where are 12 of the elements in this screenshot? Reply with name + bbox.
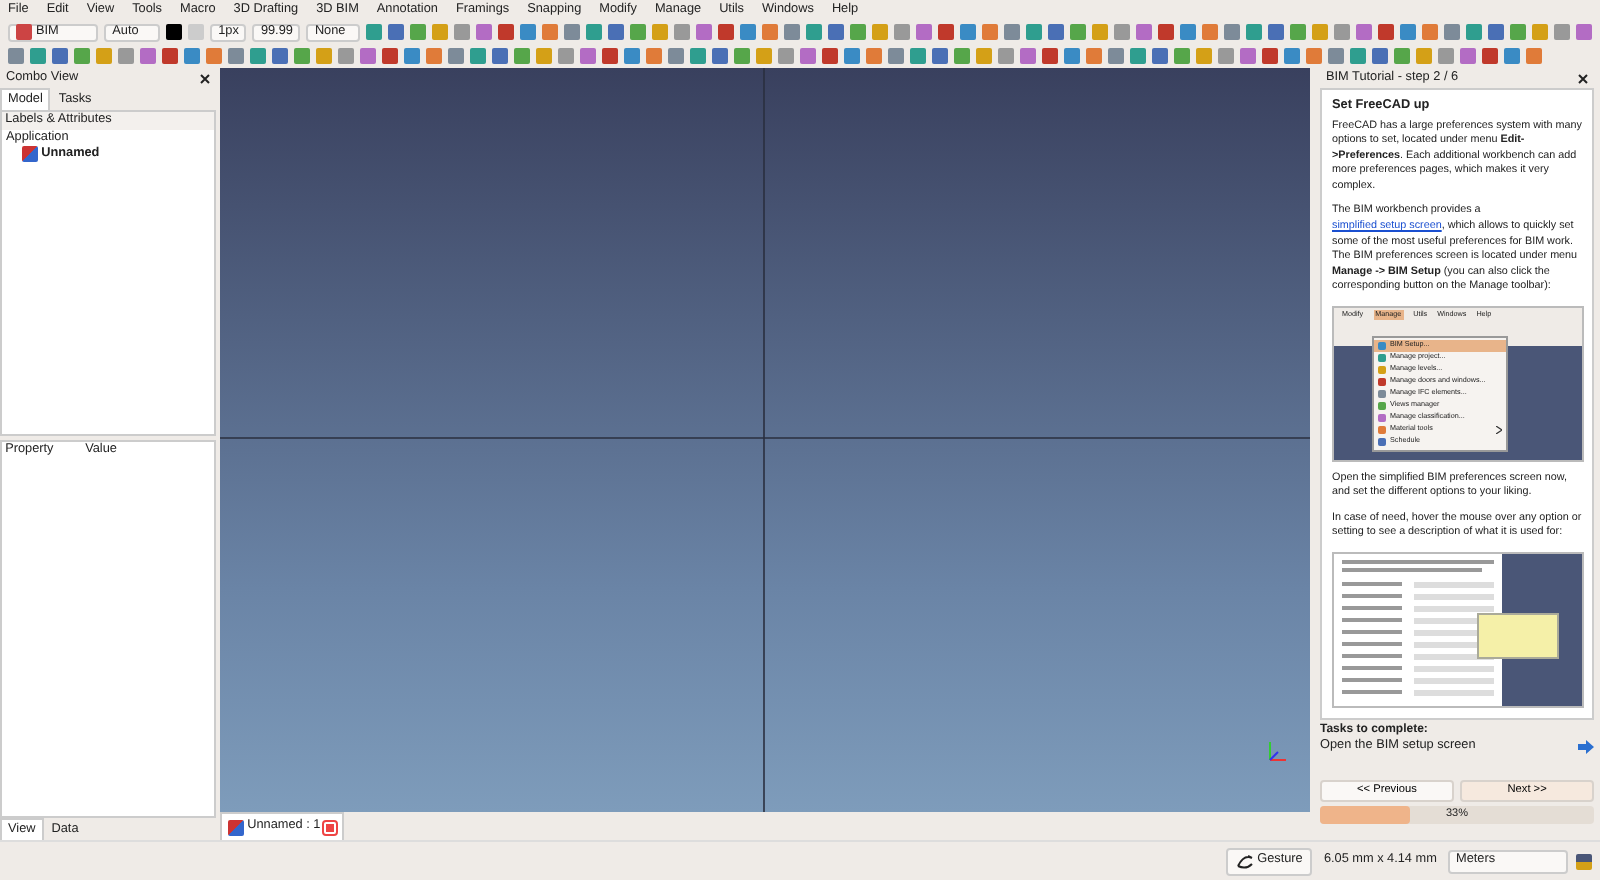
workbench-icon <box>16 24 32 40</box>
document-icon <box>228 819 244 835</box>
color-swatch[interactable] <box>188 24 205 40</box>
settings-icon[interactable] <box>1576 853 1592 869</box>
chevron-icon <box>1496 425 1502 434</box>
axis-icon <box>1264 740 1288 764</box>
color-swatch[interactable] <box>166 24 183 40</box>
document-icon <box>22 146 38 163</box>
close-icon[interactable] <box>1578 73 1588 83</box>
close-icon[interactable] <box>200 73 210 83</box>
3d-viewport[interactable] <box>220 68 1310 812</box>
arrow-icon <box>1578 740 1594 755</box>
